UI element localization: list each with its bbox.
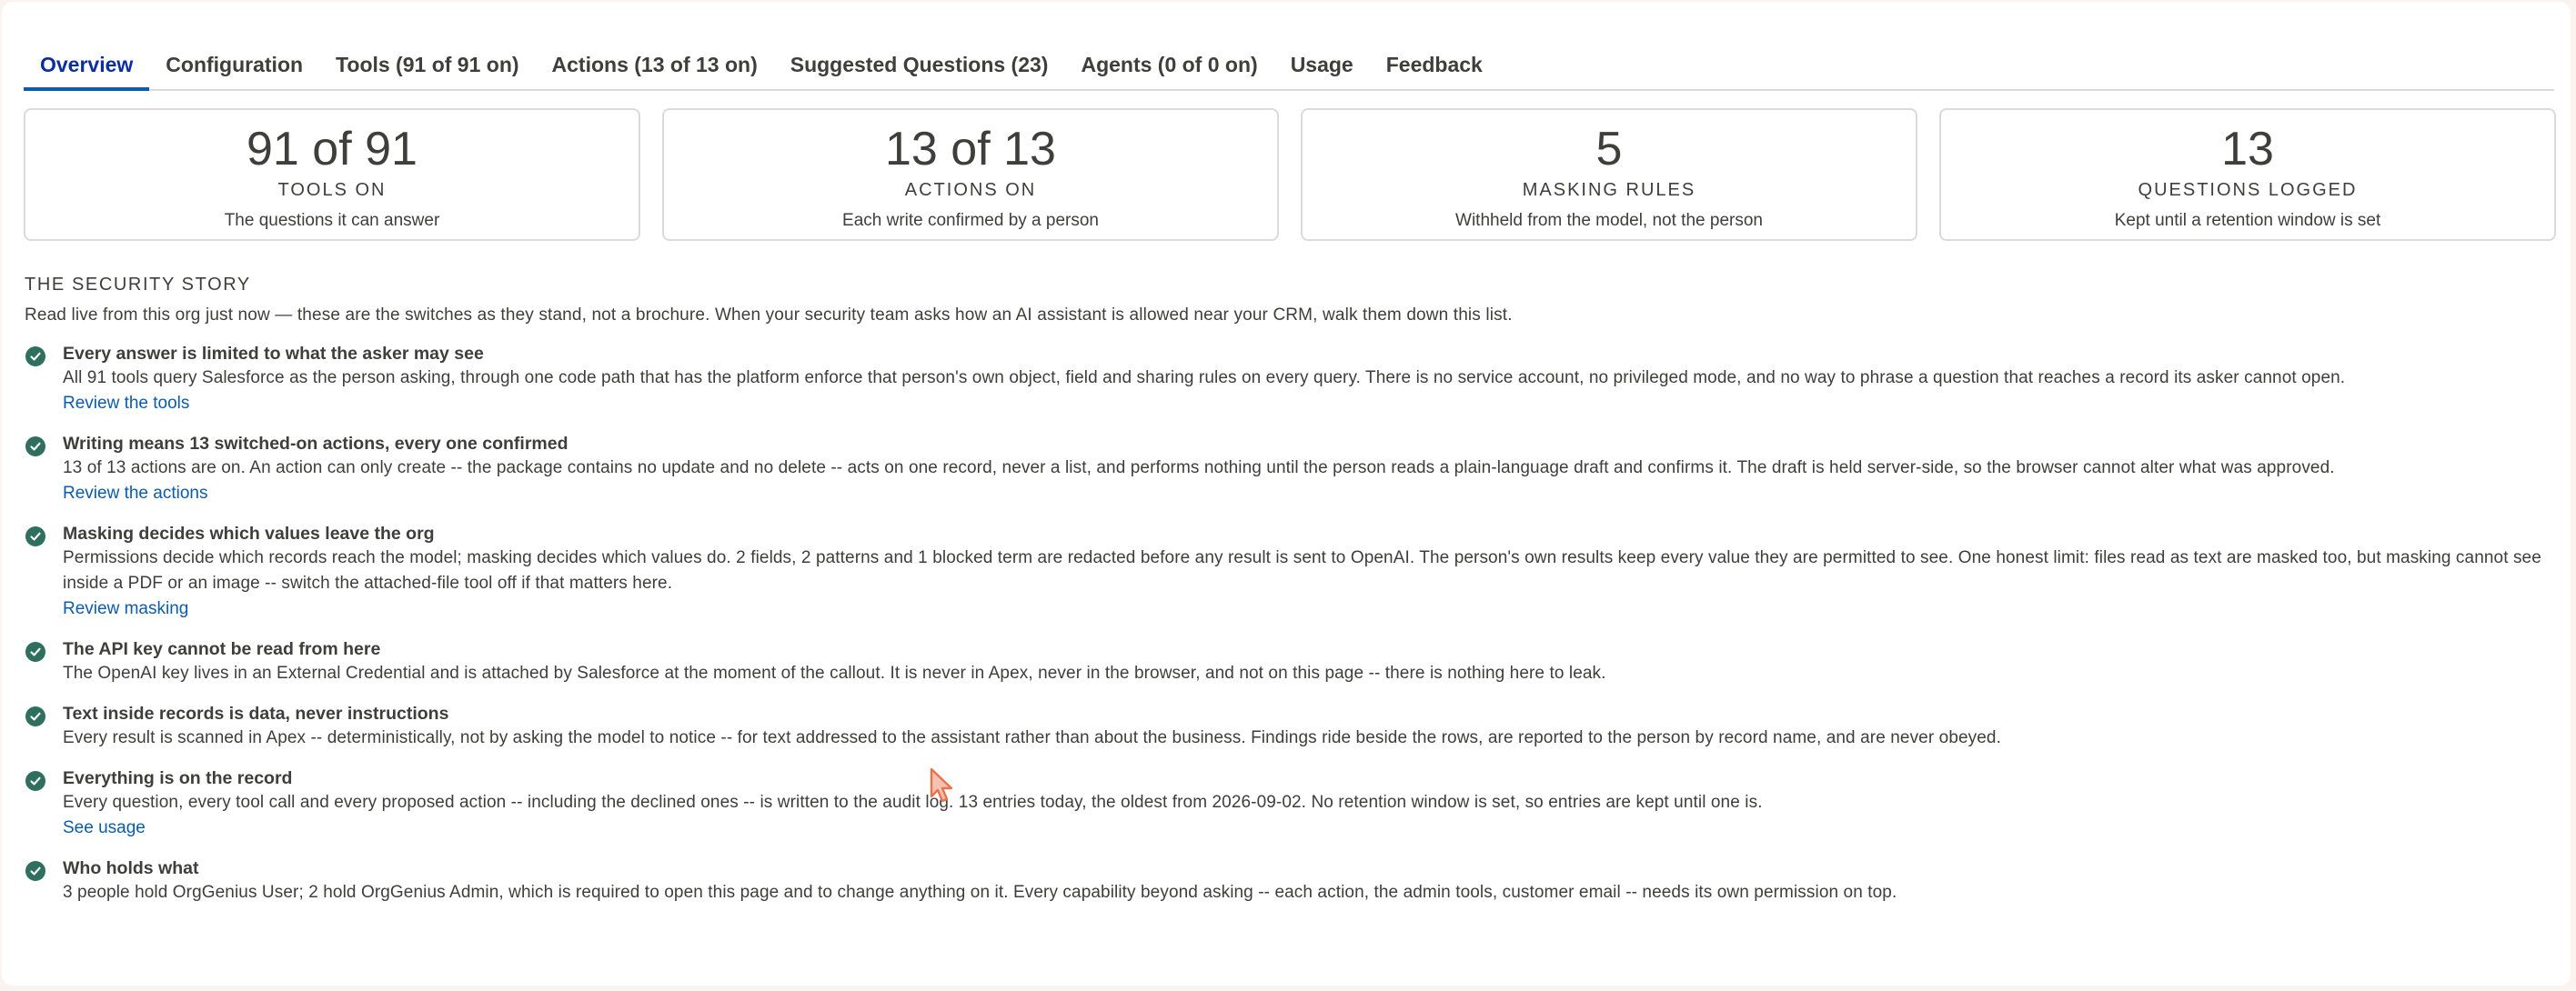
tab-configuration[interactable]: Configuration <box>149 47 319 85</box>
checklist-item: Who holds what 3 people hold OrgGenius U… <box>25 856 2553 906</box>
stat-card-masking-rules: 5 MASKING RULES Withheld from the model,… <box>1301 108 1917 241</box>
check-circle-icon <box>25 346 45 366</box>
review-masking-link[interactable]: Review masking <box>63 596 188 622</box>
item-title: Who holds what <box>63 858 199 878</box>
tab-agents[interactable]: Agents (0 of 0 on) <box>1064 47 1273 85</box>
checklist-item: Everything is on the record Every questi… <box>25 766 2553 841</box>
check-circle-icon <box>25 642 45 662</box>
check-circle-icon <box>25 861 45 881</box>
stat-description: Kept until a retention window is set <box>2114 211 2381 230</box>
tab-feedback[interactable]: Feedback <box>1370 47 1499 85</box>
item-title: Text inside records is data, never instr… <box>63 704 449 724</box>
checklist-item: Writing means 13 switched-on actions, ev… <box>25 432 2553 506</box>
stat-label: QUESTIONS LOGGED <box>2138 180 2358 200</box>
security-story: THE SECURITY STORY Read live from this o… <box>25 273 2553 921</box>
page-frame: Overview Configuration Tools (91 of 91 o… <box>2 2 2571 986</box>
stat-value: 13 <box>2221 123 2274 175</box>
check-circle-icon <box>25 706 45 726</box>
tab-bar: Overview Configuration Tools (91 of 91 o… <box>24 47 2554 91</box>
stat-card-questions-logged: 13 QUESTIONS LOGGED Kept until a retenti… <box>1939 108 2556 241</box>
item-title: Masking decides which values leave the o… <box>63 524 435 544</box>
review-actions-link[interactable]: Review the actions <box>63 481 207 506</box>
item-body: 13 of 13 actions are on. An action can o… <box>63 458 2335 477</box>
checklist-item: Masking decides which values leave the o… <box>25 522 2553 622</box>
item-body: Every result is scanned in Apex -- deter… <box>63 728 2001 747</box>
stat-value: 91 of 91 <box>247 123 418 175</box>
stat-description: Each write confirmed by a person <box>842 211 1099 230</box>
tab-suggested-questions[interactable]: Suggested Questions (23) <box>774 47 1065 85</box>
checklist-item: Every answer is limited to what the aske… <box>25 342 2553 416</box>
stat-label: MASKING RULES <box>1522 180 1696 200</box>
checklist-item: The API key cannot be read from here The… <box>25 637 2553 686</box>
tab-actions[interactable]: Actions (13 of 13 on) <box>536 47 774 85</box>
item-body: The OpenAI key lives in an External Cred… <box>63 664 1606 683</box>
stat-label: TOOLS ON <box>277 180 387 200</box>
item-title: The API key cannot be read from here <box>63 639 381 659</box>
checklist-item: Text inside records is data, never instr… <box>25 702 2553 751</box>
stat-value: 5 <box>1595 123 1623 175</box>
stat-description: The questions it can answer <box>224 211 440 230</box>
see-usage-link[interactable]: See usage <box>63 816 146 841</box>
mouse-cursor-icon <box>930 767 953 803</box>
section-intro: Read live from this org just now — these… <box>25 305 1513 325</box>
tab-overview[interactable]: Overview <box>24 47 150 91</box>
section-heading: THE SECURITY STORY <box>25 275 251 295</box>
item-title: Every answer is limited to what the aske… <box>63 344 484 364</box>
item-title: Everything is on the record <box>63 768 293 788</box>
stat-value: 13 of 13 <box>885 123 1056 175</box>
stat-description: Withheld from the model, not the person <box>1455 211 1763 230</box>
item-body: Every question, every tool call and ever… <box>63 793 1763 812</box>
stat-cards: 91 of 91 TOOLS ON The questions it can a… <box>24 108 2556 241</box>
check-circle-icon <box>25 771 45 791</box>
check-circle-icon <box>25 526 45 546</box>
item-title: Writing means 13 switched-on actions, ev… <box>63 434 569 454</box>
tab-tools[interactable]: Tools (91 of 91 on) <box>319 47 535 85</box>
tab-usage[interactable]: Usage <box>1274 47 1370 85</box>
security-checklist: Every answer is limited to what the aske… <box>25 342 2553 906</box>
item-body: All 91 tools query Salesforce as the per… <box>63 368 2346 387</box>
stat-label: ACTIONS ON <box>904 180 1037 200</box>
item-body: 3 people hold OrgGenius User; 2 hold Org… <box>63 883 1897 902</box>
check-circle-icon <box>25 436 45 456</box>
review-tools-link[interactable]: Review the tools <box>63 391 189 416</box>
stat-card-actions: 13 of 13 ACTIONS ON Each write confirmed… <box>662 108 1279 241</box>
item-body: Permissions decide which records reach t… <box>63 548 2541 593</box>
stat-card-tools: 91 of 91 TOOLS ON The questions it can a… <box>24 108 640 241</box>
